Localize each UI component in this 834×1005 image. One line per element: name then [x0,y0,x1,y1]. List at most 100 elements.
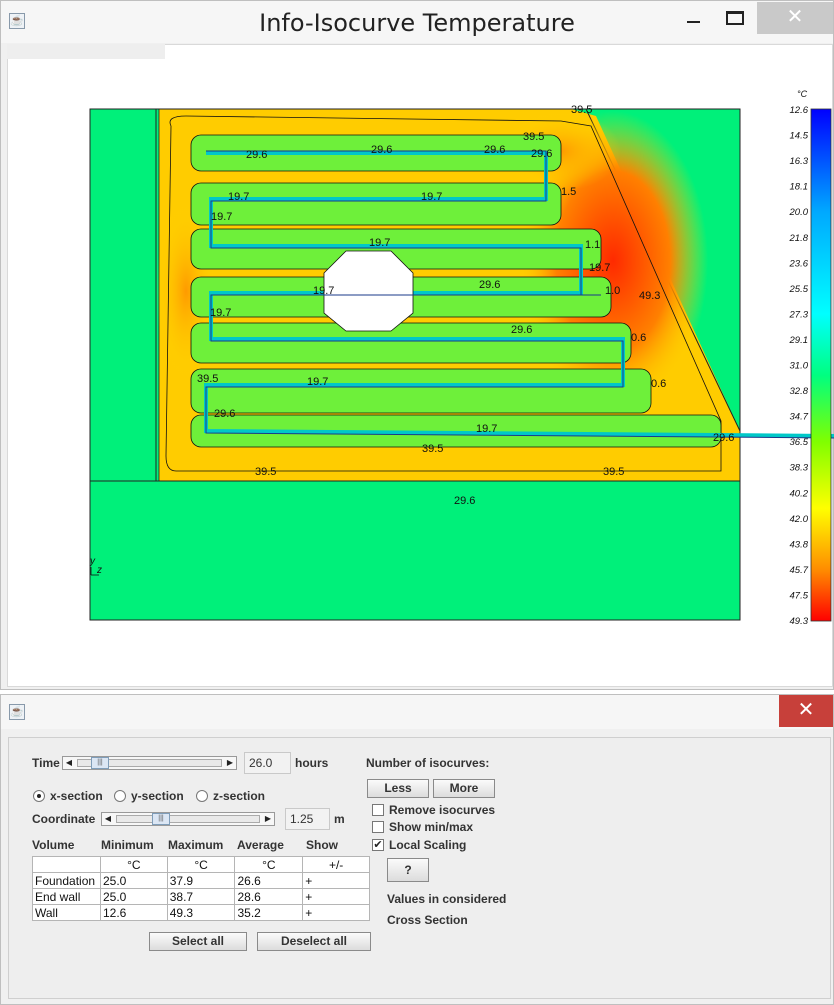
color-scale-tick: 49.3 [790,616,809,627]
iso-label: 39.5 [571,104,592,116]
java-app-icon: ☕ [9,704,25,720]
unit-cell: °C [99,856,168,873]
color-scale-tick: 18.1 [790,182,809,193]
iso-label: 39.5 [422,443,443,455]
color-scale-tick: 14.5 [790,131,809,142]
isocurve-window: ☕ Info-Isocurve Temperature ✕ 39.5 39.5 … [0,0,834,690]
show-toggle[interactable]: + [302,872,370,889]
show-toggle[interactable]: + [302,904,370,921]
iso-label: 49.3 [639,290,660,302]
slider-thumb[interactable]: ||| [91,757,109,769]
control-window: ☕ ✕ Time ◀ ||| ▶ 26.0 hours x-section y-… [0,694,834,1005]
table-row[interactable]: Wall 12.6 49.3 35.2 + [32,904,370,921]
color-scale-tick: 38.3 [790,463,809,474]
coordinate-slider[interactable]: ◀ ||| ▶ [101,812,275,826]
help-button[interactable]: ? [387,858,429,882]
x-section-radio[interactable] [33,790,45,802]
time-slider[interactable]: ◀ ||| ▶ [62,756,237,770]
color-scale-tick: 42.0 [790,514,809,525]
control-panel: Time ◀ ||| ▶ 26.0 hours x-section y-sect… [8,737,831,999]
color-scale-tick: 40.2 [790,488,809,499]
iso-label: 39.5 [197,373,218,385]
iso-label: 19.7 [307,376,328,388]
coordinate-label: Coordinate [32,812,96,826]
coordinate-unit-label: m [334,812,345,826]
remove-isocurves-label: Remove isocurves [389,803,496,817]
header-minimum: Minimum [101,838,154,852]
show-minmax-checkbox[interactable] [372,821,384,833]
slider-left-arrow-icon[interactable]: ◀ [63,757,75,769]
iso-label: 29.6 [713,432,734,444]
color-scale-tick: 12.6 [790,105,809,116]
axis-y-label: y [89,556,96,567]
slider-right-arrow-icon[interactable]: ▶ [224,757,236,769]
axis-z-label: z [96,565,102,576]
color-scale-tick: 36.5 [790,437,809,448]
slider-left-arrow-icon[interactable]: ◀ [102,813,114,825]
show-toggle[interactable]: + [302,888,370,905]
iso-label: 29.6 [371,144,392,156]
iso-label: 19.7 [313,285,334,297]
x-section-label: x-section [50,789,103,803]
iso-label: 0.6 [631,332,646,344]
color-scale-tick: 20.0 [789,207,809,218]
iso-label: 19.7 [369,237,390,249]
local-scaling-checkbox[interactable]: ✔ [372,839,384,851]
iso-label: 29.6 [511,324,532,336]
color-scale-tick: 31.0 [790,361,809,372]
opening-hole [323,250,414,332]
less-button[interactable]: Less [367,779,429,798]
iso-label: 19.7 [210,307,231,319]
iso-label: 29.6 [214,408,235,420]
table-row[interactable]: End wall 25.0 38.7 28.6 + [32,888,370,905]
iso-label: 19.7 [421,191,442,203]
iso-label: 19.7 [228,191,249,203]
iso-label: 19.7 [476,423,497,435]
color-scale-tick: 45.7 [790,565,809,576]
iso-label: 29.6 [479,279,500,291]
deselect-all-button[interactable]: Deselect all [257,932,371,951]
color-scale-tick: 43.8 [790,539,809,550]
y-section-radio[interactable] [114,790,126,802]
color-scale-tick: 34.7 [790,412,809,423]
table-row[interactable]: Foundation 25.0 37.9 26.6 + [32,872,370,889]
color-scale-tick: 47.5 [790,590,809,601]
slider-right-arrow-icon[interactable]: ▶ [262,813,274,825]
iso-label: 19.7 [589,262,610,274]
z-section-label: z-section [213,789,266,803]
show-minmax-label: Show min/max [389,820,474,834]
iso-label: 29.6 [531,148,552,160]
color-scale-tick: 25.5 [789,284,809,295]
header-maximum: Maximum [168,838,224,852]
color-scale-tick: 29.1 [789,335,809,346]
values-info-line1: Values in considered [387,892,507,906]
iso-label: 1.0 [605,285,620,297]
time-unit-label: hours [295,756,329,770]
header-average: Average [237,838,284,852]
unit-cell: +/- [302,856,370,873]
remove-isocurves-checkbox[interactable] [372,804,384,816]
time-value-field[interactable]: 26.0 [244,752,291,774]
z-section-radio[interactable] [196,790,208,802]
color-scale-unit: °C [797,89,808,99]
select-all-button[interactable]: Select all [149,932,247,951]
close-button[interactable]: ✕ [779,695,833,727]
values-info-line2: Cross Section [387,913,468,927]
header-volume: Volume [32,838,75,852]
header-show: Show [306,838,338,852]
color-scale-bar [810,108,832,622]
y-section-label: y-section [131,789,184,803]
local-scaling-label: Local Scaling [389,838,467,852]
iso-label: 39.5 [255,466,276,478]
color-scale-tick: 27.3 [789,309,809,320]
iso-label: 39.5 [523,131,544,143]
iso-label: 29.6 [454,495,475,507]
iso-label: 29.6 [246,149,267,161]
more-button[interactable]: More [433,779,495,798]
title-bar: ☕ ✕ [1,695,833,729]
iso-label: 1.1 [585,239,600,251]
slider-thumb[interactable]: ||| [152,813,170,825]
time-label: Time [32,756,60,770]
iso-label: 29.6 [484,144,505,156]
coordinate-value-field[interactable]: 1.25 [285,808,330,830]
